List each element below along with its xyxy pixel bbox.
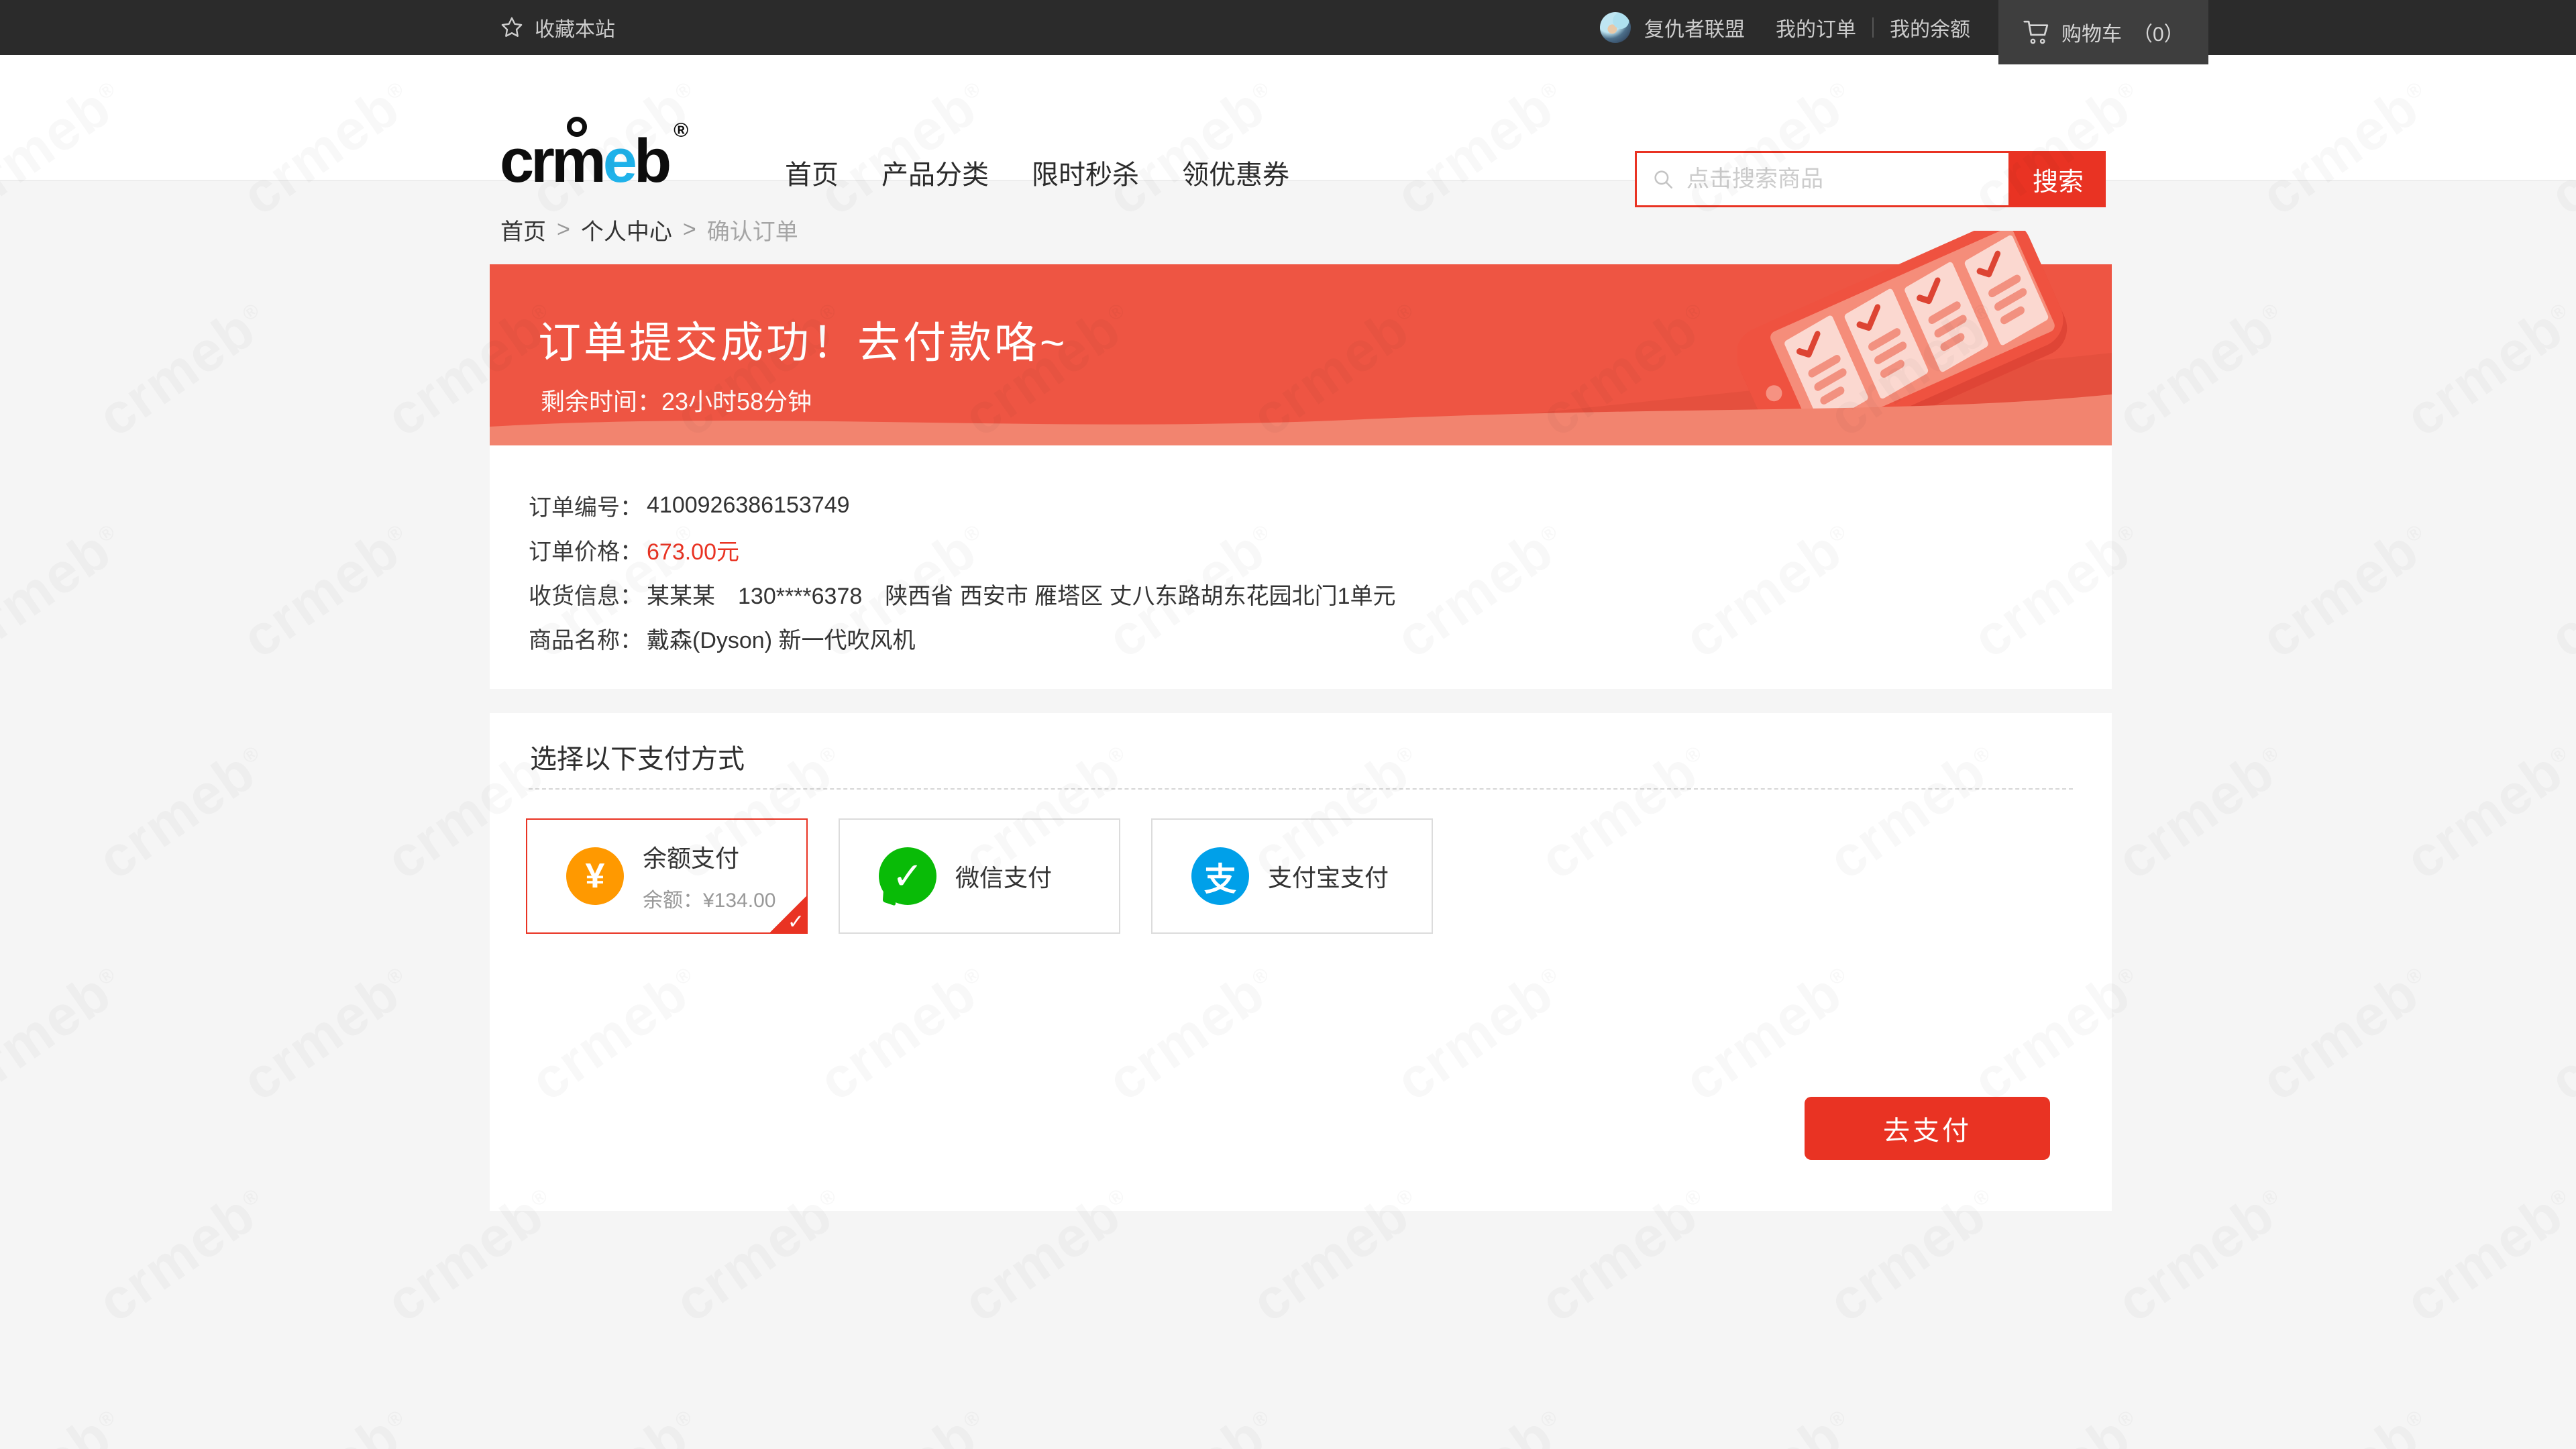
topbar: 收藏本站 复仇者联盟 我的订单 我的余额 购物车 （0） <box>0 0 2576 55</box>
payment-method-balance[interactable]: ¥ 余额支付 余额：¥134.00 ✓ <box>526 818 808 934</box>
wechat-icon: ✓ <box>879 847 936 905</box>
nav-coupons[interactable]: 领优惠券 <box>1182 153 1289 192</box>
search-input[interactable] <box>1685 166 1983 193</box>
payment-method-wechat[interactable]: ✓ 微信支付 ✓ <box>839 818 1120 934</box>
main-nav: 首页 产品分类 限时秒杀 领优惠券 <box>785 110 1289 235</box>
breadcrumb: 首页 > 个人中心 > 确认订单 <box>500 213 798 246</box>
payment-method-name: 微信支付 <box>955 859 1052 894</box>
breadcrumb-home[interactable]: 首页 <box>500 213 546 246</box>
my-balance-link[interactable]: 我的余额 <box>1890 13 1970 42</box>
search-bar: 搜索 <box>1635 151 2106 207</box>
cart-label: 购物车 <box>2061 17 2122 47</box>
order-price-label: 订单价格： <box>529 533 647 566</box>
favorite-site-link[interactable]: 收藏本站 <box>500 0 615 55</box>
crmeb-logo[interactable]: crmeb® <box>500 130 683 192</box>
product-name-label: 商品名称： <box>529 622 647 655</box>
divider <box>1872 17 1874 38</box>
nav-flash-sale[interactable]: 限时秒杀 <box>1032 153 1139 192</box>
star-icon <box>500 15 524 40</box>
nav-home[interactable]: 首页 <box>785 153 839 192</box>
payment-methods: ¥ 余额支付 余额：¥134.00 ✓ ✓ 微信支付 ✓ <box>526 818 1433 934</box>
dashed-divider <box>529 788 2073 790</box>
user-avatar[interactable] <box>1600 12 1631 43</box>
selected-corner-check-icon: ✓ <box>769 895 808 934</box>
banner-title: 订单提交成功！去付款咯~ <box>538 309 1067 370</box>
balance-yen-icon: ¥ <box>566 847 624 905</box>
shipping-info-label: 收货信息： <box>529 578 647 610</box>
site-header: crmeb® 首页 产品分类 限时秒杀 领优惠券 搜索 <box>0 55 2576 181</box>
product-name-row: 商品名称： 戴森(Dyson) 新一代吹风机 <box>529 616 2112 660</box>
topbar-user-area: 复仇者联盟 我的订单 我的余额 购物车 （0） <box>1600 0 2208 55</box>
logo-text: cr <box>500 127 551 195</box>
logo-text: b <box>634 127 668 195</box>
order-number-row: 订单编号： 4100926386153749 <box>529 483 2112 527</box>
search-button[interactable]: 搜索 <box>2010 151 2106 207</box>
search-icon <box>1652 168 1674 191</box>
breadcrumb-separator: > <box>683 217 696 243</box>
breadcrumb-separator: > <box>557 217 570 243</box>
order-success-banner: 订单提交成功！去付款咯~ 剩余时间：23小时58分钟 <box>490 264 2112 445</box>
payment-section-title: 选择以下支付方式 <box>530 737 745 776</box>
order-price-row: 订单价格： 673.00元 <box>529 527 2112 572</box>
payment-block: 选择以下支付方式 ¥ 余额支付 余额：¥134.00 ✓ ✓ <box>490 713 2112 1211</box>
shipping-info-value: 某某某 130****6378 陕西省 西安市 雁塔区 丈八东路胡东花园北门1单… <box>647 578 1396 610</box>
alipay-icon: 支 <box>1191 847 1249 905</box>
logo-text-accent: e <box>603 127 634 195</box>
banner-wave <box>490 384 2112 445</box>
cart-button[interactable]: 购物车 （0） <box>1998 0 2208 64</box>
cart-count: （0） <box>2133 17 2184 47</box>
go-pay-button[interactable]: 去支付 <box>1805 1097 2050 1160</box>
order-info-block: 订单编号： 4100926386153749 订单价格： 673.00元 收货信… <box>490 445 2112 689</box>
breadcrumb-user-center[interactable]: 个人中心 <box>581 213 672 246</box>
balance-amount: 余额：¥134.00 <box>643 883 775 913</box>
shipping-info-row: 收货信息： 某某某 130****6378 陕西省 西安市 雁塔区 丈八东路胡东… <box>529 572 2112 616</box>
nav-categories[interactable]: 产品分类 <box>881 153 989 192</box>
payment-method-alipay[interactable]: 支 支付宝支付 ✓ <box>1151 818 1433 934</box>
registered-mark: ® <box>674 119 688 142</box>
username[interactable]: 复仇者联盟 <box>1644 13 1745 42</box>
payment-method-name: 余额支付 <box>643 839 775 874</box>
payment-method-name: 支付宝支付 <box>1268 859 1389 894</box>
logo-head-dot <box>567 117 587 137</box>
order-number-value: 4100926386153749 <box>647 492 850 519</box>
order-number-label: 订单编号： <box>529 489 647 522</box>
search-input-wrap <box>1635 151 2010 207</box>
order-price-value: 673.00元 <box>647 533 739 566</box>
favorite-site-label: 收藏本站 <box>535 13 615 42</box>
order-confirm-page: 收藏本站 复仇者联盟 我的订单 我的余额 购物车 （0） crmeb® <box>0 0 2576 1449</box>
cart-icon <box>2023 19 2051 45</box>
logo-text: m <box>551 127 603 195</box>
product-name-value: 戴森(Dyson) 新一代吹风机 <box>647 622 915 655</box>
my-orders-link[interactable]: 我的订单 <box>1776 13 1856 42</box>
